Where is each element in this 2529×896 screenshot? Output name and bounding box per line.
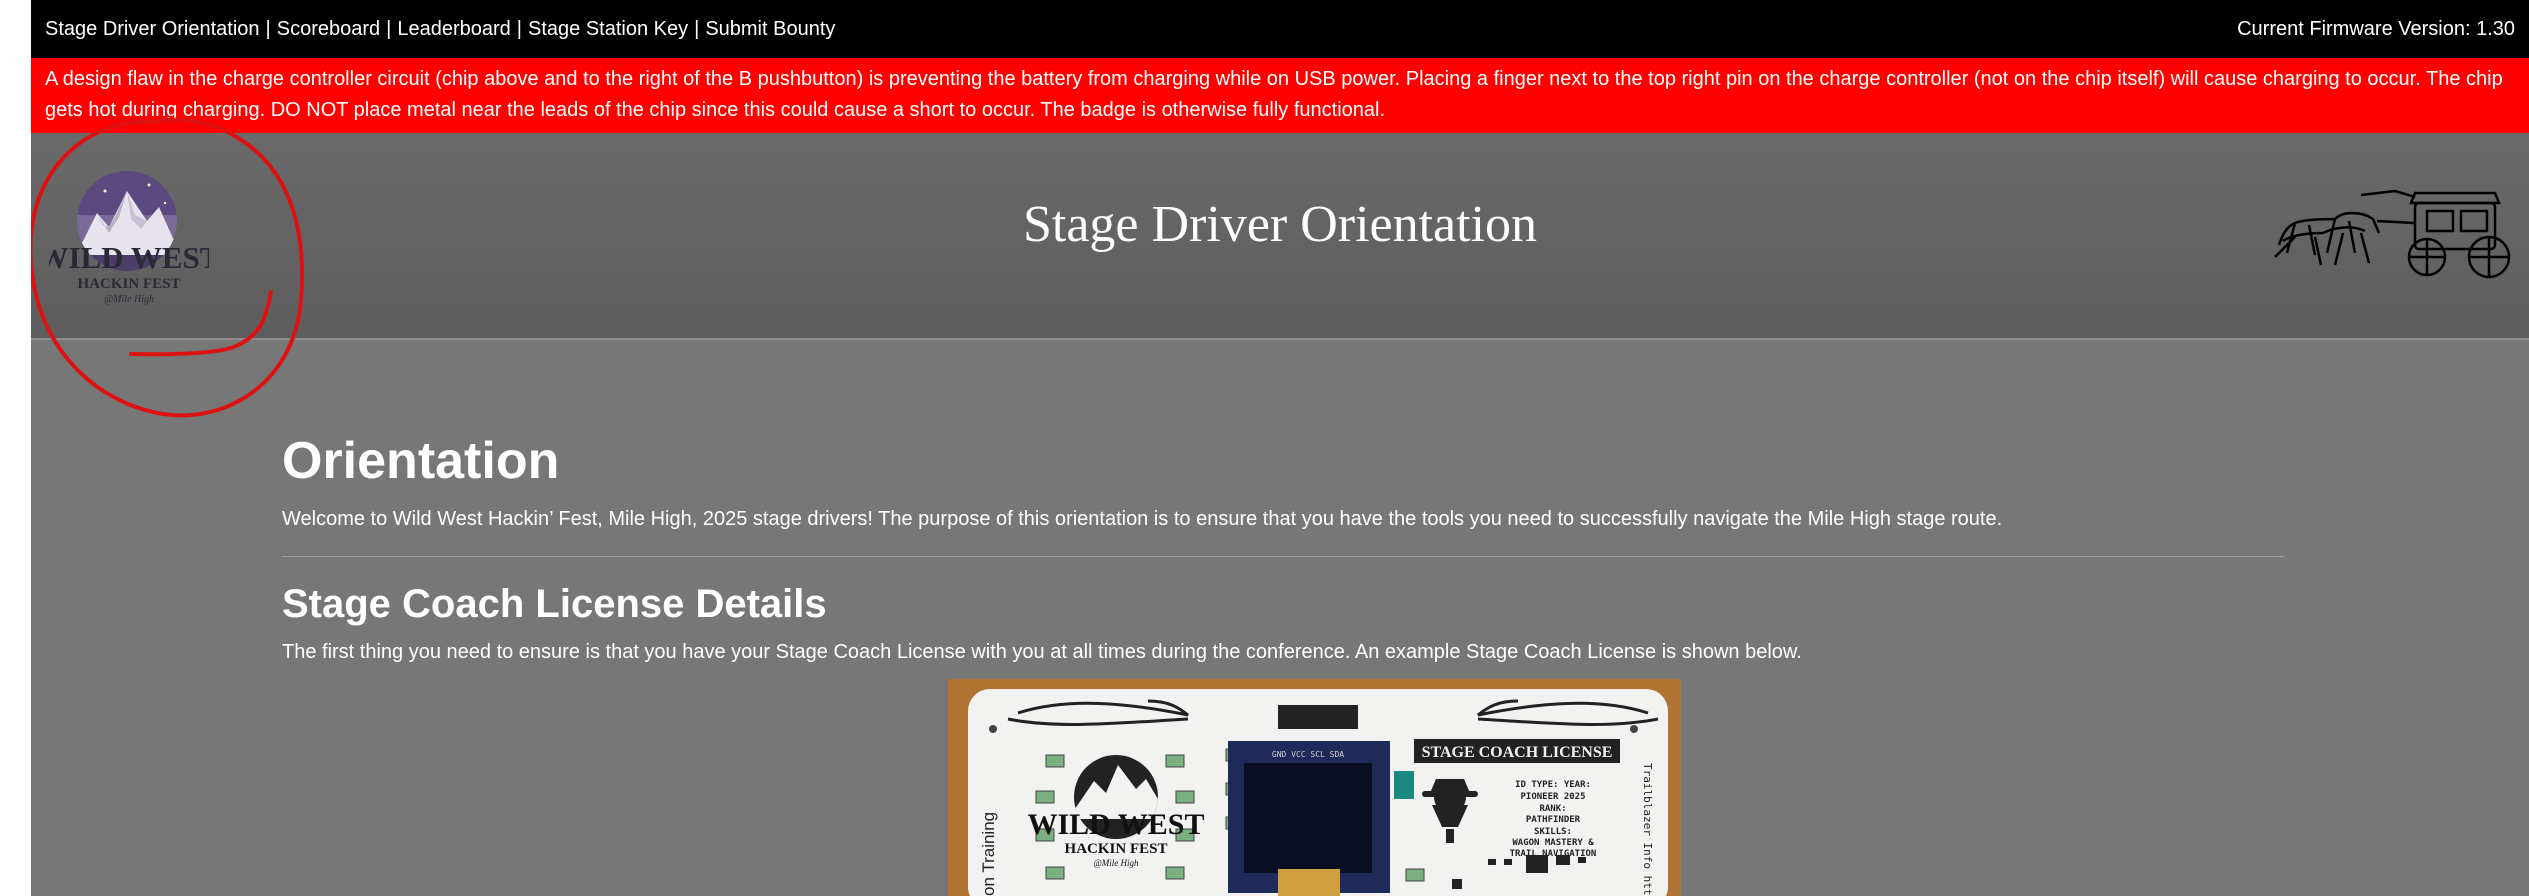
page: Stage Driver Orientation | Scoreboard | … (31, 0, 2529, 896)
badge-info-line: RANK: (1539, 804, 1566, 814)
orientation-heading: Orientation (282, 432, 560, 490)
stagecoach-illustration (2274, 189, 2511, 279)
alert-banner: A design flaw in the charge controller c… (31, 58, 2529, 133)
nav-link-scoreboard[interactable]: Scoreboard (277, 18, 380, 41)
main-content: Orientation Welcome to Wild West Hackin’… (282, 430, 2284, 665)
oled-pin-labels: GND VCC SCL SDA (1272, 750, 1344, 759)
nav-separator: | (694, 17, 700, 40)
top-navigation-bar: Stage Driver Orientation | Scoreboard | … (31, 0, 2529, 58)
badge-logo-subtitle: HACKIN FEST (1065, 841, 1168, 857)
nav-separator: | (516, 17, 522, 40)
nav-link-submit-bounty[interactable]: Submit Bounty (705, 18, 835, 41)
badge-logo-tagline: @Mile High (1093, 858, 1139, 868)
badge-side-text-left: on Training (979, 812, 998, 896)
badge-info-line: SKILLS: (1534, 827, 1572, 837)
badge-pcb-image: WILD WEST HACKIN FEST @Mile High on Trai… (948, 679, 1681, 896)
badge-side-text-right: Trailblazer Info https (1641, 763, 1654, 896)
section-divider (282, 556, 2284, 557)
logo-tagline: @Mile High (104, 294, 154, 305)
badge-info-line: PATHFINDER (1526, 815, 1581, 825)
badge-title: STAGE COACH LICENSE (1422, 744, 1613, 761)
header-banner: WILD WEST HACKIN FEST @Mile High Stage D… (31, 133, 2529, 340)
banner-title: Stage Driver Orientation (1022, 196, 1538, 253)
nav-link-leaderboard[interactable]: Leaderboard (397, 18, 510, 41)
license-details-heading: Stage Coach License Details (282, 582, 827, 626)
badge-info-line: PIONEER 2025 (1520, 792, 1585, 802)
badge-logo-wordmark: WILD WEST (1027, 808, 1204, 841)
nav-link-stage-station-key[interactable]: Stage Station Key (528, 18, 688, 41)
welcome-paragraph: Welcome to Wild West Hackin’ Fest, Mile … (282, 508, 2003, 530)
badge-info-line: ID TYPE: YEAR: (1515, 780, 1591, 790)
nav-link-stage-driver-orientation[interactable]: Stage Driver Orientation (45, 18, 260, 41)
nav-separator: | (386, 17, 392, 40)
badge-info-line: WAGON MASTERY & (1512, 838, 1594, 848)
nav-separator: | (265, 17, 271, 40)
logo-subtitle: HACKIN FEST (78, 276, 181, 292)
nav-links: Stage Driver Orientation | Scoreboard | … (45, 18, 835, 41)
license-intro-paragraph: The first thing you need to ensure is th… (282, 641, 1802, 663)
firmware-version: Current Firmware Version: 1.30 (2237, 17, 2515, 40)
stage-coach-license-photo: WILD WEST HACKIN FEST @Mile High on Trai… (948, 679, 1681, 896)
